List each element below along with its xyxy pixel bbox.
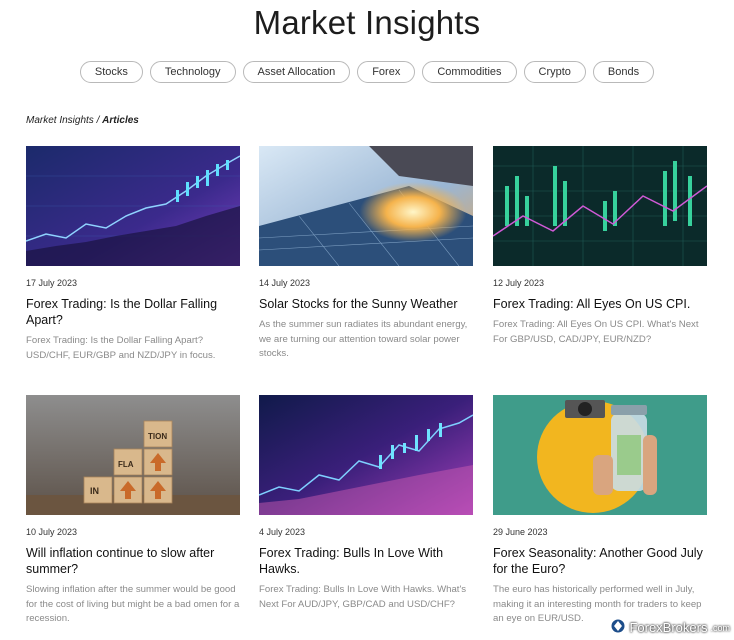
article-card[interactable]: 14 July 2023 Solar Stocks for the Sunny … xyxy=(259,146,473,362)
filter-forex[interactable]: Forex xyxy=(357,61,416,83)
article-title[interactable]: Forex Trading: Is the Dollar Falling Apa… xyxy=(26,296,240,328)
article-title[interactable]: Forex Seasonality: Another Good July for… xyxy=(493,545,707,577)
breadcrumb-root[interactable]: Market Insights xyxy=(26,115,94,126)
article-card[interactable]: 17 July 2023 Forex Trading: Is the Dolla… xyxy=(26,146,240,363)
article-card[interactable]: 12 July 2023 Forex Trading: All Eyes On … xyxy=(493,146,707,347)
article-date: 17 July 2023 xyxy=(26,278,78,288)
breadcrumb-current: Articles xyxy=(102,115,139,126)
inflation-blocks-image[interactable]: IN FLA TION xyxy=(26,395,240,515)
article-date: 14 July 2023 xyxy=(259,278,311,288)
watermark-suffix: .com xyxy=(710,622,730,633)
article-date: 12 July 2023 xyxy=(493,278,545,288)
article-card[interactable]: 4 July 2023 Forex Trading: Bulls In Love… xyxy=(259,395,473,612)
filter-crypto[interactable]: Crypto xyxy=(523,61,586,83)
chart-purple-candles-image[interactable] xyxy=(26,146,240,266)
article-excerpt: Slowing inflation after the summer would… xyxy=(26,584,240,624)
article-title[interactable]: Forex Trading: All Eyes On US CPI. xyxy=(493,296,707,312)
page-title: Market Insights xyxy=(253,4,481,41)
article-excerpt: Forex Trading: Is the Dollar Falling Apa… xyxy=(26,335,216,361)
article-card[interactable]: 29 June 2023 Forex Seasonality: Another … xyxy=(493,395,707,627)
article-excerpt: As the summer sun radiates its abundant … xyxy=(259,319,468,359)
filter-technology[interactable]: Technology xyxy=(149,61,236,83)
article-date: 29 June 2023 xyxy=(493,527,548,537)
filter-commodities[interactable]: Commodities xyxy=(422,61,517,83)
chart-purple-candles-image[interactable] xyxy=(259,395,473,515)
forexbrokers-watermark: ForexBrokers .com xyxy=(610,618,730,637)
block-text-tion: TION xyxy=(148,432,167,441)
block-text-in: IN xyxy=(90,486,99,496)
savings-jar-image[interactable] xyxy=(493,395,707,515)
green-trading-screen-image[interactable] xyxy=(493,146,707,266)
filter-bonds[interactable]: Bonds xyxy=(592,61,655,83)
category-filters: Stocks Technology Asset Allocation Forex… xyxy=(0,61,734,83)
solar-panels-image[interactable] xyxy=(259,146,473,266)
article-title[interactable]: Will inflation continue to slow after su… xyxy=(26,545,240,577)
watermark-brand: ForexBrokers xyxy=(629,620,708,635)
block-text-fla: FLA xyxy=(118,460,134,469)
article-date: 4 July 2023 xyxy=(259,527,306,537)
breadcrumb-separator: / xyxy=(93,115,103,126)
article-date: 10 July 2023 xyxy=(26,527,78,537)
article-title[interactable]: Forex Trading: Bulls In Love With Hawks. xyxy=(259,545,473,577)
breadcrumb: Market Insights / Articles xyxy=(26,115,139,126)
article-card[interactable]: IN FLA TION 10 July 2023 Will inflation … xyxy=(26,395,240,627)
article-excerpt: Forex Trading: Bulls In Love With Hawks.… xyxy=(259,584,467,610)
article-excerpt: Forex Trading: All Eyes On US CPI. What'… xyxy=(493,319,699,345)
filter-stocks[interactable]: Stocks xyxy=(79,61,143,83)
forexbrokers-logo-icon xyxy=(610,618,626,637)
article-title[interactable]: Solar Stocks for the Sunny Weather xyxy=(259,296,473,312)
filter-asset-allocation[interactable]: Asset Allocation xyxy=(242,61,351,83)
